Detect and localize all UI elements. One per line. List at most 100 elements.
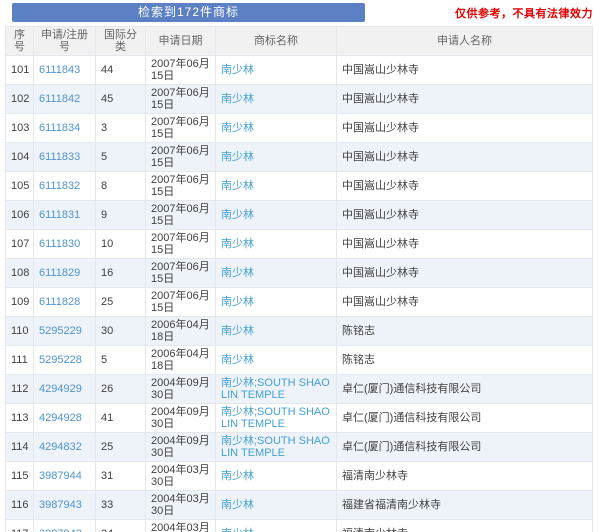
registration-number-link[interactable]: 6111828 bbox=[39, 296, 80, 308]
application-date-cell: 2007年06月15日 bbox=[145, 171, 216, 201]
trademark-name-link[interactable]: 南少林 bbox=[221, 122, 254, 134]
column-header-serial: 序号 bbox=[5, 26, 34, 56]
mark-name-cell: 南少林 bbox=[215, 258, 337, 288]
registration-number-link[interactable]: 4294832 bbox=[39, 441, 82, 453]
trademark-name-link[interactable]: 南少林 bbox=[221, 325, 254, 337]
trademark-name-link[interactable]: 南少林;SOUTH SHAOLIN TEMPLE bbox=[221, 377, 330, 401]
table-row: 114 4294832 25 2004年09月30日 南少林;SOUTH SHAOLIN… bbox=[5, 432, 593, 462]
registration-number-link[interactable]: 6111842 bbox=[39, 93, 80, 105]
table-row: 115 3987944 31 2004年03月30日 南少林 福清南少林寺 bbox=[5, 461, 593, 491]
trademark-name-link[interactable]: 南少林 bbox=[221, 238, 254, 250]
registration-number-cell: 6111832 bbox=[33, 171, 96, 201]
mark-name-cell: 南少林 bbox=[215, 519, 337, 532]
trademark-name-link[interactable]: 南少林;SOUTH SHAOLIN TEMPLE bbox=[221, 406, 330, 430]
registration-number-cell: 6111829 bbox=[33, 258, 96, 288]
serial-cell: 105 bbox=[5, 171, 34, 201]
intl-class-cell: 31 bbox=[95, 461, 146, 491]
trademark-search-results-page: 检索到172件商标 仅供参考，不具有法律效力 序号 申请/注册号 国际分类 申请… bbox=[0, 0, 600, 532]
intl-class-cell: 25 bbox=[95, 432, 146, 462]
table-row: 111 5295228 5 2006年04月18日 南少林 陈铭志 bbox=[5, 345, 593, 375]
header-row: 序号 申请/注册号 国际分类 申请日期 商标名称 申请人名称 bbox=[5, 26, 593, 56]
trademark-name-link[interactable]: 南少林 bbox=[221, 93, 254, 105]
application-date-cell: 2004年03月30日 bbox=[145, 490, 216, 520]
registration-number-link[interactable]: 6111833 bbox=[39, 151, 80, 163]
serial-cell: 111 bbox=[5, 345, 34, 375]
intl-class-cell: 45 bbox=[95, 84, 146, 114]
serial-cell: 106 bbox=[5, 200, 34, 230]
registration-number-link[interactable]: 6111832 bbox=[39, 180, 80, 192]
application-date-cell: 2004年03月30日 bbox=[145, 461, 216, 491]
applicant-name-cell: 中国嵩山少林寺 bbox=[336, 287, 593, 317]
registration-number-link[interactable]: 6111834 bbox=[39, 122, 80, 134]
registration-number-link[interactable]: 3987943 bbox=[39, 499, 82, 511]
registration-number-link[interactable]: 6111831 bbox=[39, 209, 80, 221]
serial-cell: 103 bbox=[5, 113, 34, 143]
applicant-name-cell: 中国嵩山少林寺 bbox=[336, 55, 593, 85]
application-date-cell: 2007年06月15日 bbox=[145, 55, 216, 85]
registration-number-cell: 3987942 bbox=[33, 519, 96, 532]
registration-number-cell: 5295229 bbox=[33, 316, 96, 346]
mark-name-cell: 南少林 bbox=[215, 200, 337, 230]
application-date-cell: 2007年06月15日 bbox=[145, 200, 216, 230]
applicant-name-cell: 中国嵩山少林寺 bbox=[336, 200, 593, 230]
registration-number-link[interactable]: 4294928 bbox=[39, 412, 82, 424]
serial-cell: 109 bbox=[5, 287, 34, 317]
mark-name-cell: 南少林;SOUTH SHAOLIN TEMPLE bbox=[215, 403, 337, 433]
mark-name-cell: 南少林;SOUTH SHAOLIN TEMPLE bbox=[215, 432, 337, 462]
trademark-name-link[interactable]: 南少林 bbox=[221, 209, 254, 221]
intl-class-cell: 8 bbox=[95, 171, 146, 201]
registration-number-cell: 3987944 bbox=[33, 461, 96, 491]
column-header-application-date: 申请日期 bbox=[145, 26, 216, 56]
application-date-cell: 2007年06月15日 bbox=[145, 113, 216, 143]
trademark-name-link[interactable]: 南少林 bbox=[221, 296, 254, 308]
registration-number-cell: 6111828 bbox=[33, 287, 96, 317]
registration-number-link[interactable]: 6111843 bbox=[39, 64, 80, 76]
trademark-name-link[interactable]: 南少林 bbox=[221, 64, 254, 76]
trademark-name-link[interactable]: 南少林 bbox=[221, 354, 254, 366]
results-table-body: 101 6111843 44 2007年06月15日 南少林 中国嵩山少林寺 102 6111… bbox=[5, 55, 593, 532]
registration-number-link[interactable]: 3987942 bbox=[39, 528, 82, 532]
registration-number-link[interactable]: 5295229 bbox=[39, 325, 82, 337]
registration-number-link[interactable]: 4294929 bbox=[39, 383, 82, 395]
results-table-header: 序号 申请/注册号 国际分类 申请日期 商标名称 申请人名称 bbox=[5, 26, 593, 56]
intl-class-cell: 3 bbox=[95, 113, 146, 143]
trademark-name-link[interactable]: 南少林;SOUTH SHAOLIN TEMPLE bbox=[221, 435, 330, 459]
serial-cell: 112 bbox=[5, 374, 34, 404]
intl-class-cell: 10 bbox=[95, 229, 146, 259]
trademark-name-link[interactable]: 南少林 bbox=[221, 180, 254, 192]
table-row: 108 6111829 16 2007年06月15日 南少林 中国嵩山少林寺 bbox=[5, 258, 593, 288]
mark-name-cell: 南少林 bbox=[215, 142, 337, 172]
trademark-name-link[interactable]: 南少林 bbox=[221, 267, 254, 279]
trademark-name-link[interactable]: 南少林 bbox=[221, 470, 254, 482]
table-row: 106 6111831 9 2007年06月15日 南少林 中国嵩山少林寺 bbox=[5, 200, 593, 230]
registration-number-link[interactable]: 3987944 bbox=[39, 470, 82, 482]
applicant-name-cell: 中国嵩山少林寺 bbox=[336, 113, 593, 143]
intl-class-cell: 26 bbox=[95, 374, 146, 404]
applicant-name-cell: 中国嵩山少林寺 bbox=[336, 84, 593, 114]
registration-number-cell: 5295228 bbox=[33, 345, 96, 375]
intl-class-cell: 33 bbox=[95, 490, 146, 520]
serial-cell: 115 bbox=[5, 461, 34, 491]
trademark-name-link[interactable]: 南少林 bbox=[221, 151, 254, 163]
registration-number-link[interactable]: 6111829 bbox=[39, 267, 80, 279]
applicant-name-cell: 陈铭志 bbox=[336, 316, 593, 346]
application-date-cell: 2007年06月15日 bbox=[145, 229, 216, 259]
column-header-applicant-name: 申请人名称 bbox=[336, 26, 593, 56]
registration-number-link[interactable]: 6111830 bbox=[39, 238, 80, 250]
trademark-name-link[interactable]: 南少林 bbox=[221, 528, 254, 532]
serial-cell: 117 bbox=[5, 519, 34, 532]
trademark-name-link[interactable]: 南少林 bbox=[221, 499, 254, 511]
intl-class-cell: 16 bbox=[95, 258, 146, 288]
table-row: 110 5295229 30 2006年04月18日 南少林 陈铭志 bbox=[5, 316, 593, 346]
registration-number-link[interactable]: 5295228 bbox=[39, 354, 82, 366]
mark-name-cell: 南少林 bbox=[215, 316, 337, 346]
registration-number-cell: 3987943 bbox=[33, 490, 96, 520]
serial-cell: 107 bbox=[5, 229, 34, 259]
application-date-cell: 2007年06月15日 bbox=[145, 142, 216, 172]
mark-name-cell: 南少林;SOUTH SHAOLIN TEMPLE bbox=[215, 374, 337, 404]
registration-number-cell: 6111833 bbox=[33, 142, 96, 172]
serial-cell: 116 bbox=[5, 490, 34, 520]
application-date-cell: 2007年06月15日 bbox=[145, 287, 216, 317]
registration-number-cell: 6111834 bbox=[33, 113, 96, 143]
serial-cell: 108 bbox=[5, 258, 34, 288]
